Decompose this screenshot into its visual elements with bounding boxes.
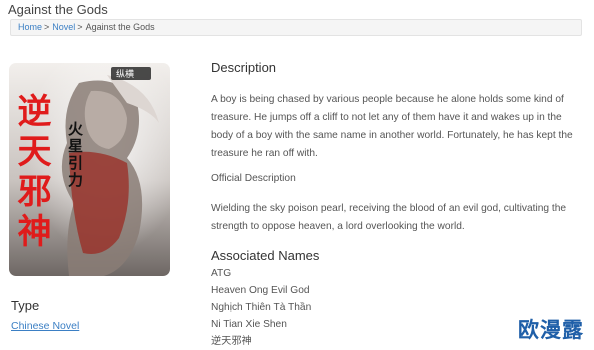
breadcrumb: Home > Novel > Against the Gods — [10, 19, 582, 36]
page-title: Against the Gods — [8, 2, 108, 17]
official-description-heading: Official Description — [211, 173, 296, 184]
associated-name-item: 逆天邪神 — [211, 336, 252, 347]
associated-names-heading: Associated Names — [211, 248, 320, 263]
watermark: 欧漫露 — [518, 319, 584, 342]
breadcrumb-novel-link[interactable]: Novel — [52, 22, 75, 32]
book-cover-image: 纵横 逆天邪神 火星引力 — [9, 63, 170, 276]
associated-name-item: Heaven Ong Evil God — [211, 285, 310, 296]
associated-name-item: Ni Tian Xie Shen — [211, 319, 287, 330]
cover-title-calligraphy: 逆天邪神 — [11, 93, 51, 253]
official-description-text: Wielding the sky poison pearl, receiving… — [211, 203, 567, 232]
breadcrumb-separator: > — [77, 22, 83, 32]
breadcrumb-separator: > — [44, 22, 50, 32]
description-heading: Description — [211, 60, 277, 75]
type-heading: Type — [11, 298, 40, 313]
breadcrumb-home-link[interactable]: Home — [18, 22, 42, 32]
description-text: A boy is being chased by various people … — [211, 94, 573, 159]
breadcrumb-current: Against the Gods — [85, 22, 155, 32]
associated-names-list: ATG Heaven Ong Evil God Nghịch Thiên Tà … — [211, 265, 311, 350]
associated-name-item: Nghịch Thiên Tà Thần — [211, 302, 312, 313]
associated-name-item: ATG — [211, 268, 232, 279]
type-link[interactable]: Chinese Novel — [11, 320, 79, 332]
cover-author-calligraphy: 火星引力 — [66, 121, 84, 189]
cover-publisher-mark: 纵横 — [116, 68, 134, 80]
